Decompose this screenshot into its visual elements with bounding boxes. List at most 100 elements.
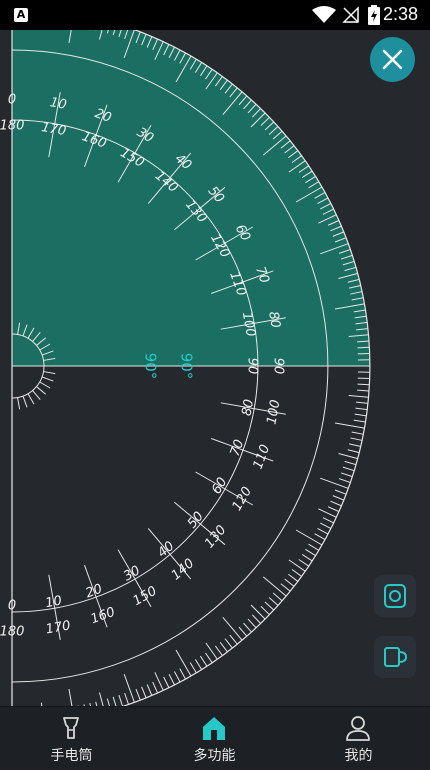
tick-mark [125, 693, 129, 704]
tick-mark [164, 677, 169, 688]
outer-degree-label: 100 [264, 399, 283, 426]
tick-mark [356, 402, 368, 403]
tick-mark [220, 642, 227, 652]
angle-readout-left: 90° [142, 353, 160, 380]
tick-mark [317, 528, 328, 534]
tick-mark [251, 605, 265, 619]
angle-readout-right: 90° [178, 353, 196, 380]
tick-mark [169, 674, 174, 685]
tick-mark [225, 639, 232, 648]
inner-degree-label: 40 [155, 539, 177, 561]
outer-degree-label: 130 [202, 523, 229, 552]
tick-mark [320, 478, 348, 488]
tick-mark [107, 699, 110, 706]
mug-icon [374, 636, 416, 678]
home-icon [200, 714, 228, 742]
tick-mark [215, 646, 222, 656]
profile-icon [344, 714, 372, 742]
tick-mark [320, 523, 331, 528]
tick-mark-inner [221, 403, 243, 407]
outer-degree-label: 0 [8, 93, 16, 108]
tick-mark [355, 408, 367, 409]
tick-mark [263, 577, 286, 596]
mug-button[interactable] [374, 636, 416, 678]
tick-mark [323, 518, 334, 523]
tick-mark [69, 689, 74, 706]
nav-label-multifunction: 多功能 [143, 745, 286, 765]
nav-item-multifunction[interactable]: 多功能 [143, 707, 286, 770]
camera-button[interactable] [374, 575, 416, 617]
outer-degree-label: 150 [130, 584, 159, 609]
tick-mark [200, 656, 207, 666]
app-notification-icon: A [14, 8, 28, 22]
tick-mark-inner [118, 550, 129, 569]
nav-item-flashlight[interactable]: 手电筒 [0, 707, 143, 770]
tick-mark [288, 574, 298, 581]
close-button[interactable] [370, 37, 415, 82]
tick-mark [113, 697, 117, 706]
tick-mark [341, 473, 352, 477]
inner-degree-label: 60 [209, 475, 230, 497]
tick-mark [244, 623, 252, 632]
tick-mark [309, 544, 319, 550]
inner-degree-label: 80 [240, 398, 258, 417]
inner-degree-label: 70 [228, 438, 248, 459]
tick-mark [252, 615, 260, 624]
tick-mark [119, 695, 123, 706]
tick-mark [142, 687, 146, 698]
tick-mark-inner [85, 565, 93, 586]
tick-mark [124, 674, 134, 702]
tick-mark [349, 395, 369, 397]
tick-mark [195, 659, 201, 669]
outer-degree-label: 170 [45, 618, 72, 637]
center-tick [40, 382, 50, 388]
tick-mark [147, 684, 152, 695]
tick-mark [155, 672, 163, 690]
tick-mark [190, 663, 196, 673]
tick-mark [345, 461, 357, 464]
protractor-stage[interactable]: 0180101702016030150401405013060120701108… [0, 30, 430, 706]
status-bar: A 2:38 [0, 0, 430, 30]
wifi-icon [312, 6, 336, 24]
nav-item-mine[interactable]: 我的 [287, 707, 430, 770]
outer-degree-label: 180 [0, 625, 24, 640]
tick-mark [348, 450, 360, 453]
tick-mark [339, 479, 350, 483]
tick-mark [358, 384, 370, 385]
tick-mark [230, 635, 238, 644]
tick-mark [296, 530, 322, 545]
tick-mark [335, 490, 346, 494]
protractor[interactable]: 0180101702016030150401405013060120701108… [0, 30, 430, 706]
outer-degree-label: 10 [49, 95, 68, 113]
tick-mark [358, 347, 370, 348]
center-tick [28, 394, 34, 404]
outer-degree-label: 160 [89, 605, 117, 628]
tick-mark [338, 453, 357, 458]
tick-mark [302, 554, 312, 561]
inner-degree-label: 90 [245, 358, 260, 375]
center-tick [23, 396, 27, 407]
tick-mark [285, 579, 294, 586]
tick-mark [292, 569, 302, 576]
tick-mark [328, 507, 339, 512]
tick-mark [305, 549, 315, 555]
center-tick [33, 391, 41, 400]
center-tick [18, 398, 20, 410]
outer-degree-label: 120 [230, 484, 255, 513]
bottom-navigation: 手电筒 多功能 我的 [0, 706, 430, 770]
tick-mark [153, 682, 158, 693]
center-tick [42, 377, 53, 381]
inner-degree-label: 20 [84, 582, 105, 602]
tick-mark [281, 584, 290, 592]
tick-mark-inner [174, 502, 191, 516]
tick-mark [318, 509, 336, 517]
inner-degree-label: 30 [121, 563, 143, 584]
outer-degree-label: 110 [251, 443, 274, 471]
tick-mark [136, 689, 140, 700]
close-icon [370, 37, 415, 82]
tick-mark [223, 617, 242, 640]
inner-degree-label: 10 [44, 594, 63, 612]
nav-label-flashlight: 手电筒 [0, 745, 143, 765]
status-time: 2:38 [383, 4, 418, 25]
tick-mark [343, 467, 354, 471]
